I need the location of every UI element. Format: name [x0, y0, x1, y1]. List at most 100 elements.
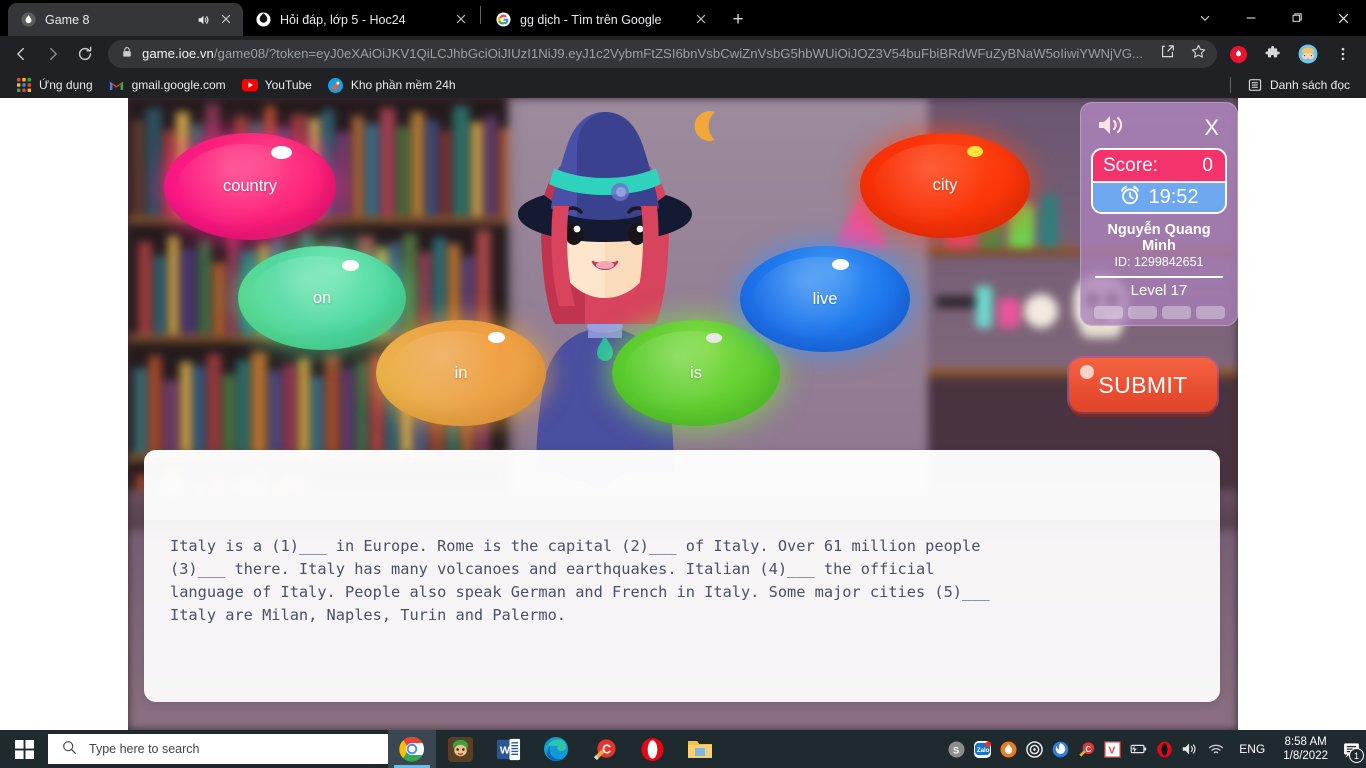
wifi-icon[interactable]: [1203, 730, 1229, 768]
skype-icon[interactable]: S: [943, 730, 969, 768]
bookmark-apps[interactable]: Ứng dụng: [8, 74, 101, 96]
notification-icon[interactable]: 1: [1336, 730, 1366, 768]
progress-pip: [1093, 306, 1123, 319]
flame-icon: [20, 12, 36, 28]
alarm-clock-icon: [1119, 184, 1141, 212]
reload-icon[interactable]: [70, 39, 100, 69]
hud-score-row: Score: 0: [1093, 150, 1225, 181]
hud-score-box: Score: 0 19:52: [1091, 148, 1227, 214]
bookmark-label: gmail.google.com: [131, 78, 226, 92]
tray-clock[interactable]: 8:58 AM 1/8/2022: [1275, 735, 1336, 763]
hud-divider: [1095, 276, 1223, 278]
taskbar-opera-icon[interactable]: [628, 730, 676, 768]
search-icon: [62, 740, 77, 758]
profile-avatar[interactable]: [1295, 41, 1321, 67]
bookmarks-bar-right: Danh sách đọc: [1229, 74, 1358, 96]
hud-top-row: X: [1091, 111, 1227, 146]
tab-close-icon[interactable]: [219, 12, 235, 28]
taskbar-file-explorer-icon[interactable]: [676, 730, 724, 768]
answer-bubble-in[interactable]: in: [376, 320, 546, 426]
browser-tab-hoc24[interactable]: Hỏi đáp, lớp 5 - Hoc24: [243, 3, 478, 36]
notification-badge: 1: [1349, 748, 1364, 763]
speaker-icon[interactable]: [1097, 113, 1127, 142]
tab-title: Hỏi đáp, lớp 5 - Hoc24: [280, 12, 406, 27]
bubble-highlight-dot: [488, 331, 506, 343]
url-path: /game08/?token=eyJ0eXAiOiJKV1QiLCJhbGciO…: [213, 46, 1142, 61]
hud-progress-pips: [1091, 306, 1227, 319]
new-tab-button[interactable]: +: [724, 5, 752, 33]
answer-bubble-live[interactable]: live: [740, 246, 910, 352]
menu-dots-icon[interactable]: [1330, 41, 1356, 67]
bubble-label: is: [690, 363, 702, 382]
taskbar-word-icon[interactable]: W: [484, 730, 532, 768]
submit-label: SUBMIT: [1098, 371, 1188, 398]
bubble-highlight-dot: [270, 145, 292, 159]
bookmark-gmail[interactable]: gmail.google.com: [101, 74, 234, 96]
chevron-down-icon[interactable]: [1182, 0, 1228, 36]
progress-pip: [1161, 306, 1191, 319]
hud-timer-row: 19:52: [1093, 181, 1225, 212]
maximize-icon[interactable]: [1274, 0, 1320, 36]
taskbar-ccleaner-icon[interactable]: C: [580, 730, 628, 768]
page-viewport: country on in is live city SUBMIT X Scor…: [0, 98, 1366, 730]
target-icon[interactable]: [1021, 730, 1047, 768]
star-icon[interactable]: [1190, 43, 1207, 65]
hud-user-name: Nguyễn Quang Minh: [1107, 222, 1211, 254]
bookmark-youtube[interactable]: YouTube: [234, 74, 320, 96]
forward-arrow-icon[interactable]: [38, 39, 68, 69]
browser-tab-game-8[interactable]: Game 8: [8, 3, 243, 36]
taskbar-app-buttons: W C: [388, 730, 724, 768]
answer-bubble-country[interactable]: country: [164, 133, 336, 240]
question-panel-fade: [144, 450, 1220, 520]
bookmark-label: YouTube: [264, 78, 312, 92]
bookmark-software[interactable]: Kho phần mềm 24h: [320, 74, 464, 96]
v-icon[interactable]: V: [1099, 730, 1125, 768]
score-value: 0: [1202, 154, 1213, 176]
tab-audio-icon[interactable]: [196, 13, 210, 27]
url-host: game.ioe.vn: [142, 46, 214, 61]
unikey-icon[interactable]: [995, 730, 1021, 768]
submit-highlight-dot: [1080, 365, 1094, 379]
score-label: Score:: [1103, 154, 1158, 176]
reading-list-button[interactable]: Danh sách đọc: [1239, 74, 1358, 96]
apps-grid-icon: [16, 77, 32, 93]
tab-title: gg dịch - Tìm trên Google: [520, 12, 662, 27]
zalo-icon[interactable]: Zalo: [969, 730, 995, 768]
tray-language-label[interactable]: ENG: [1229, 742, 1275, 756]
opera-tray-icon[interactable]: [1151, 730, 1177, 768]
windows-start-icon[interactable]: [0, 730, 48, 768]
answer-bubble-on[interactable]: on: [238, 246, 406, 350]
hud-user-id: ID: 1299842651: [1114, 255, 1204, 269]
taskbar-chrome-icon[interactable]: [388, 730, 436, 768]
submit-button[interactable]: SUBMIT: [1069, 358, 1217, 412]
battery-icon[interactable]: [1125, 730, 1151, 768]
address-bar[interactable]: game.ioe.vn/game08/?token=eyJ0eXAiOiJKV1…: [108, 40, 1217, 68]
taskbar-edge-icon[interactable]: [532, 730, 580, 768]
tab-close-icon[interactable]: [454, 12, 470, 28]
tab-close-icon[interactable]: [694, 12, 710, 28]
bubble-highlight-dot: [706, 332, 723, 343]
bubble-label: live: [812, 289, 838, 308]
bookmarks-bar: Ứng dụng gmail.google.com YouTube Kho ph…: [0, 72, 1366, 98]
ccleaner-tray-icon[interactable]: C: [1073, 730, 1099, 768]
minimize-icon[interactable]: [1228, 0, 1274, 36]
tray-date: 1/8/2022: [1283, 750, 1328, 762]
back-arrow-icon[interactable]: [6, 39, 36, 69]
youtube-icon: [241, 77, 258, 93]
shield-icon[interactable]: [1225, 41, 1251, 67]
close-icon[interactable]: [1320, 0, 1366, 36]
answer-bubble-is[interactable]: is: [612, 320, 780, 426]
browser-tab-google-translate[interactable]: gg dịch - Tìm trên Google: [483, 3, 718, 36]
tab-title: Game 8: [45, 12, 90, 27]
hud-close-button[interactable]: X: [1204, 116, 1219, 139]
taskbar-search-input[interactable]: Type here to search: [48, 734, 388, 764]
answer-bubble-city[interactable]: city: [860, 133, 1030, 238]
taskbar-search-placeholder: Type here to search: [89, 742, 200, 756]
progress-pip: [1195, 306, 1225, 319]
timer-value: 19:52: [1148, 186, 1199, 208]
extensions-icon[interactable]: [1260, 41, 1286, 67]
share-icon[interactable]: [1159, 43, 1176, 65]
firefox-icon[interactable]: [1047, 730, 1073, 768]
volume-icon[interactable]: [1177, 730, 1203, 768]
taskbar-game-icon[interactable]: [436, 730, 484, 768]
